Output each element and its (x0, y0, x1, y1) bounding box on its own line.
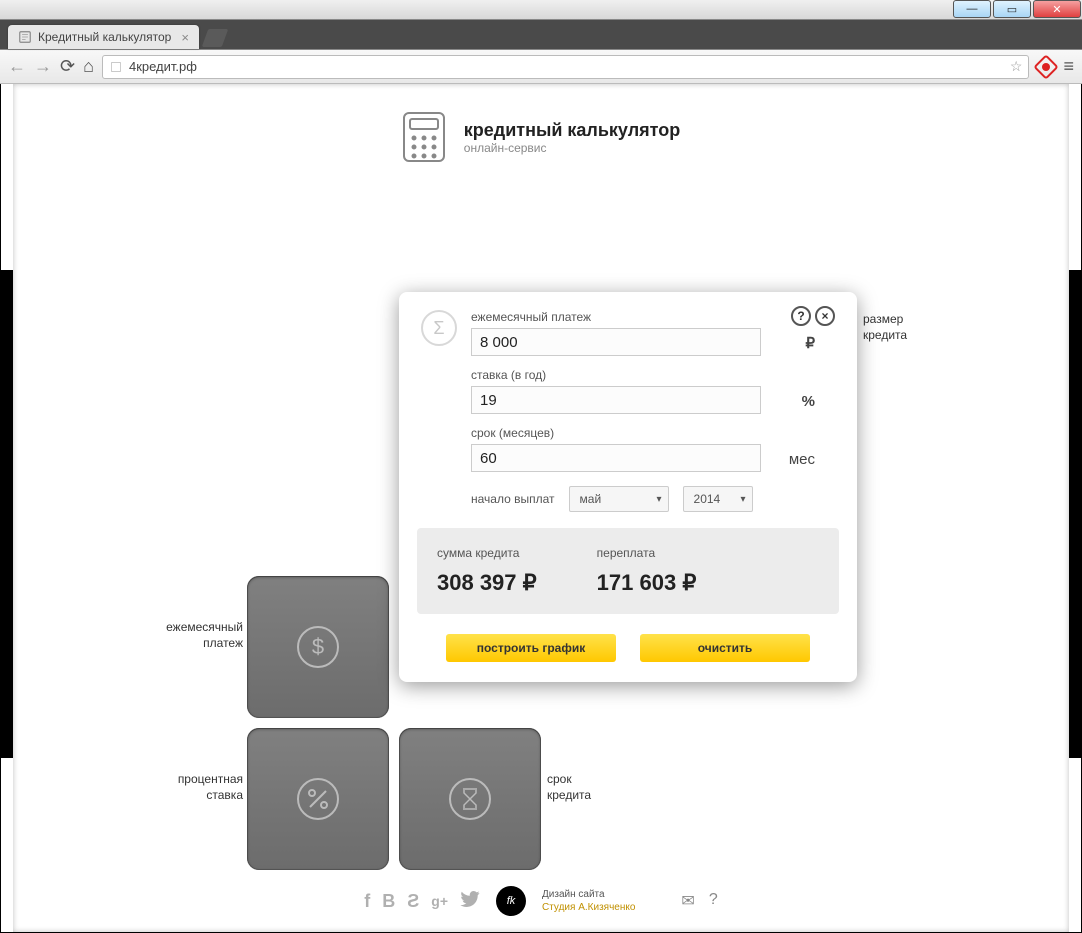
svg-text:$: $ (312, 634, 324, 659)
adblock-icon[interactable] (1034, 54, 1059, 79)
payment-unit: ₽ (805, 334, 815, 352)
results-panel: сумма кредита 308 397 ₽ переплата 171 60… (417, 528, 839, 614)
payment-label: ежемесячный платеж (471, 310, 835, 324)
mail-icon[interactable]: ✉ (681, 891, 694, 911)
browser-menu-button[interactable]: ≡ (1063, 56, 1074, 77)
page-favicon-icon (18, 30, 32, 44)
window-titlebar: — ▭ ✕ (0, 0, 1082, 20)
start-label: начало выплат (471, 492, 555, 506)
forward-button[interactable]: → (34, 56, 52, 77)
term-label: срок (месяцев) (471, 426, 835, 440)
bookmark-star-icon[interactable]: ☆ (1010, 58, 1023, 75)
new-tab-button[interactable] (202, 29, 229, 47)
over-label: переплата (597, 546, 697, 560)
clear-button[interactable]: очистить (640, 634, 810, 662)
dollar-icon: $ (294, 623, 342, 671)
ok-icon[interactable]: Ƨ (407, 891, 419, 912)
year-select[interactable]: 2014 (683, 486, 753, 512)
month-select[interactable]: май (569, 486, 669, 512)
tile-rate-label: процентнаяставка (143, 772, 243, 803)
tile-loan-term[interactable] (399, 728, 541, 870)
footer-credit: Дизайн сайта Студия А.Кизяченко (542, 888, 635, 914)
page-footer: f B Ƨ g+ fk Дизайн сайта Студия А.Кизяче… (13, 886, 1069, 916)
window-close-button[interactable]: ✕ (1033, 0, 1081, 18)
tile-term-label: сроккредита (547, 772, 647, 803)
browser-tabbar: Кредитный калькулятор × (0, 20, 1082, 50)
gplus-icon[interactable]: g+ (431, 893, 448, 909)
reload-button[interactable]: ⟳ (60, 56, 75, 77)
tile-payment-label: ежемесячныйплатеж (143, 620, 243, 651)
hourglass-icon (446, 775, 494, 823)
build-graph-button[interactable]: построить график (446, 634, 616, 662)
sigma-icon: Σ (421, 310, 457, 346)
payment-input[interactable] (471, 328, 761, 356)
percent-icon (294, 775, 342, 823)
studio-badge-icon: fk (496, 886, 526, 916)
globe-icon (109, 60, 123, 74)
window-minimize-button[interactable]: — (953, 0, 991, 18)
browser-tab[interactable]: Кредитный калькулятор × (8, 25, 199, 49)
tab-title: Кредитный калькулятор (38, 30, 171, 44)
term-input[interactable] (471, 444, 761, 472)
rate-label: ставка (в год) (471, 368, 835, 382)
vk-icon[interactable]: B (382, 891, 395, 912)
url-text: 4кредит.рф (129, 59, 197, 74)
calculator-icon (402, 111, 446, 163)
rate-unit: % (802, 393, 815, 410)
rate-input[interactable] (471, 386, 761, 414)
facebook-icon[interactable]: f (364, 891, 370, 912)
home-button[interactable]: ⌂ (83, 56, 94, 77)
calculator-card: Σ ? × ежемесячный платеж ₽ ставка (в (399, 292, 857, 682)
tile-monthly-payment[interactable]: $ (247, 576, 389, 718)
sum-value: 308 397 ₽ (437, 570, 537, 596)
page-header: кредитный калькулятор онлайн-сервис (13, 84, 1069, 166)
page-subtitle: онлайн-сервис (464, 141, 680, 155)
sum-label: сумма кредита (437, 546, 537, 560)
address-bar[interactable]: 4кредит.рф ☆ (102, 55, 1030, 79)
browser-toolbar: ← → ⟳ ⌂ 4кредит.рф ☆ ≡ (0, 50, 1082, 84)
tab-close-icon[interactable]: × (181, 30, 189, 45)
page-title: кредитный калькулятор (464, 120, 680, 141)
tile-amount-label: размеркредита (863, 312, 943, 343)
over-value: 171 603 ₽ (597, 570, 697, 596)
window-maximize-button[interactable]: ▭ (993, 0, 1031, 18)
twitter-icon[interactable] (460, 891, 480, 912)
footer-help-icon[interactable]: ? (709, 891, 718, 911)
term-unit: мес (789, 451, 815, 468)
back-button[interactable]: ← (8, 56, 26, 77)
tile-interest-rate[interactable] (247, 728, 389, 870)
